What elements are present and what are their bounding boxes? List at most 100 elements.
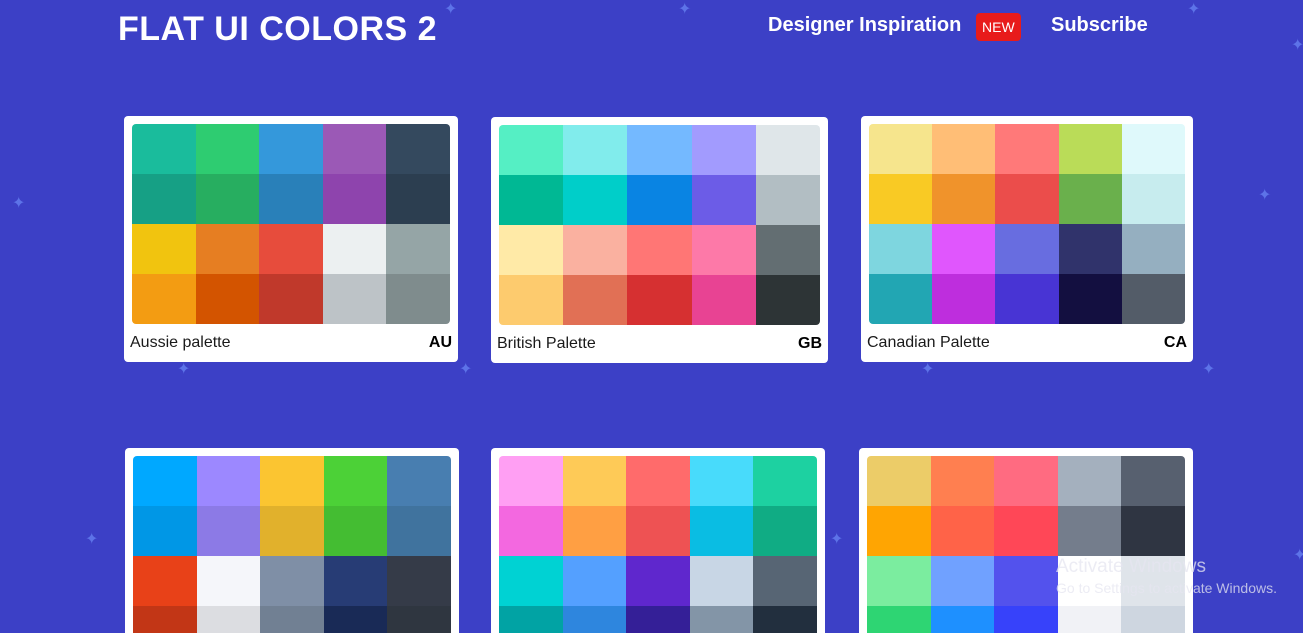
palette-card-6[interactable] — [859, 448, 1193, 633]
color-swatch[interactable] — [994, 456, 1058, 506]
color-swatch[interactable] — [626, 606, 690, 633]
color-swatch[interactable] — [626, 556, 690, 606]
color-swatch[interactable] — [322, 274, 387, 324]
color-swatch[interactable] — [322, 124, 387, 174]
site-logo[interactable]: FLAT UI COLORS 2 — [118, 10, 437, 49]
color-swatch[interactable] — [689, 506, 754, 556]
color-swatch[interactable] — [755, 125, 820, 175]
color-swatch[interactable] — [995, 174, 1059, 224]
color-swatch[interactable] — [994, 556, 1058, 606]
color-swatch[interactable] — [869, 174, 933, 224]
color-swatch[interactable] — [196, 606, 261, 633]
color-swatch[interactable] — [322, 224, 387, 274]
color-swatch[interactable] — [753, 556, 817, 606]
color-swatch[interactable] — [627, 175, 692, 225]
color-swatch[interactable] — [196, 556, 261, 606]
color-swatch[interactable] — [195, 124, 260, 174]
color-swatch[interactable] — [1057, 606, 1122, 633]
color-swatch[interactable] — [932, 274, 996, 324]
color-swatch[interactable] — [260, 606, 324, 633]
color-swatch[interactable] — [1121, 174, 1185, 224]
color-swatch[interactable] — [499, 175, 564, 225]
color-swatch[interactable] — [387, 606, 451, 633]
color-swatch[interactable] — [323, 556, 388, 606]
color-swatch[interactable] — [499, 506, 563, 556]
color-swatch[interactable] — [499, 125, 564, 175]
color-swatch[interactable] — [260, 556, 324, 606]
color-swatch[interactable] — [1058, 224, 1122, 274]
color-swatch[interactable] — [869, 224, 933, 274]
color-swatch[interactable] — [867, 506, 931, 556]
color-swatch[interactable] — [867, 456, 931, 506]
color-swatch[interactable] — [930, 556, 995, 606]
color-swatch[interactable] — [499, 225, 564, 275]
color-swatch[interactable] — [132, 224, 196, 274]
palette-card-5[interactable] — [491, 448, 825, 633]
color-swatch[interactable] — [1121, 556, 1185, 606]
color-swatch[interactable] — [562, 456, 627, 506]
color-swatch[interactable] — [995, 274, 1059, 324]
color-swatch[interactable] — [753, 506, 817, 556]
color-swatch[interactable] — [689, 456, 754, 506]
color-swatch[interactable] — [627, 275, 692, 325]
color-swatch[interactable] — [691, 175, 756, 225]
color-swatch[interactable] — [499, 556, 563, 606]
color-swatch[interactable] — [562, 606, 627, 633]
color-swatch[interactable] — [994, 606, 1058, 633]
color-swatch[interactable] — [387, 456, 451, 506]
color-swatch[interactable] — [499, 456, 563, 506]
color-swatch[interactable] — [499, 275, 564, 325]
color-swatch[interactable] — [259, 174, 323, 224]
color-swatch[interactable] — [563, 175, 628, 225]
color-swatch[interactable] — [132, 174, 196, 224]
color-swatch[interactable] — [260, 456, 324, 506]
color-swatch[interactable] — [869, 274, 933, 324]
color-swatch[interactable] — [195, 274, 260, 324]
color-swatch[interactable] — [930, 456, 995, 506]
color-swatch[interactable] — [626, 456, 690, 506]
color-swatch[interactable] — [563, 125, 628, 175]
color-swatch[interactable] — [994, 506, 1058, 556]
color-swatch[interactable] — [323, 606, 388, 633]
color-swatch[interactable] — [1121, 606, 1185, 633]
palette-card-ca[interactable]: Canadian Palette CA — [861, 116, 1193, 362]
color-swatch[interactable] — [132, 274, 196, 324]
color-swatch[interactable] — [1058, 124, 1122, 174]
nav-designer-inspiration[interactable]: Designer Inspiration — [768, 14, 961, 37]
color-swatch[interactable] — [387, 506, 451, 556]
color-swatch[interactable] — [1057, 506, 1122, 556]
color-swatch[interactable] — [930, 606, 995, 633]
color-swatch[interactable] — [196, 456, 261, 506]
color-swatch[interactable] — [1121, 224, 1185, 274]
palette-card-au[interactable]: Aussie palette AU — [124, 116, 458, 362]
color-swatch[interactable] — [1058, 174, 1122, 224]
color-swatch[interactable] — [1121, 506, 1185, 556]
color-swatch[interactable] — [499, 606, 563, 633]
color-swatch[interactable] — [323, 506, 388, 556]
color-swatch[interactable] — [691, 225, 756, 275]
palette-card-4[interactable] — [125, 448, 459, 633]
color-swatch[interactable] — [1057, 556, 1122, 606]
color-swatch[interactable] — [691, 275, 756, 325]
color-swatch[interactable] — [627, 125, 692, 175]
color-swatch[interactable] — [133, 606, 197, 633]
color-swatch[interactable] — [932, 224, 996, 274]
color-swatch[interactable] — [322, 174, 387, 224]
nav-subscribe[interactable]: Subscribe — [1051, 14, 1148, 37]
color-swatch[interactable] — [1058, 274, 1122, 324]
color-swatch[interactable] — [133, 556, 197, 606]
color-swatch[interactable] — [260, 506, 324, 556]
color-swatch[interactable] — [195, 174, 260, 224]
color-swatch[interactable] — [755, 275, 820, 325]
color-swatch[interactable] — [386, 274, 450, 324]
color-swatch[interactable] — [932, 174, 996, 224]
color-swatch[interactable] — [562, 556, 627, 606]
color-swatch[interactable] — [1121, 274, 1185, 324]
color-swatch[interactable] — [626, 506, 690, 556]
color-swatch[interactable] — [869, 124, 933, 174]
color-swatch[interactable] — [689, 606, 754, 633]
color-swatch[interactable] — [196, 506, 261, 556]
color-swatch[interactable] — [1057, 456, 1122, 506]
color-swatch[interactable] — [386, 124, 450, 174]
palette-card-gb[interactable]: British Palette GB — [491, 117, 828, 363]
